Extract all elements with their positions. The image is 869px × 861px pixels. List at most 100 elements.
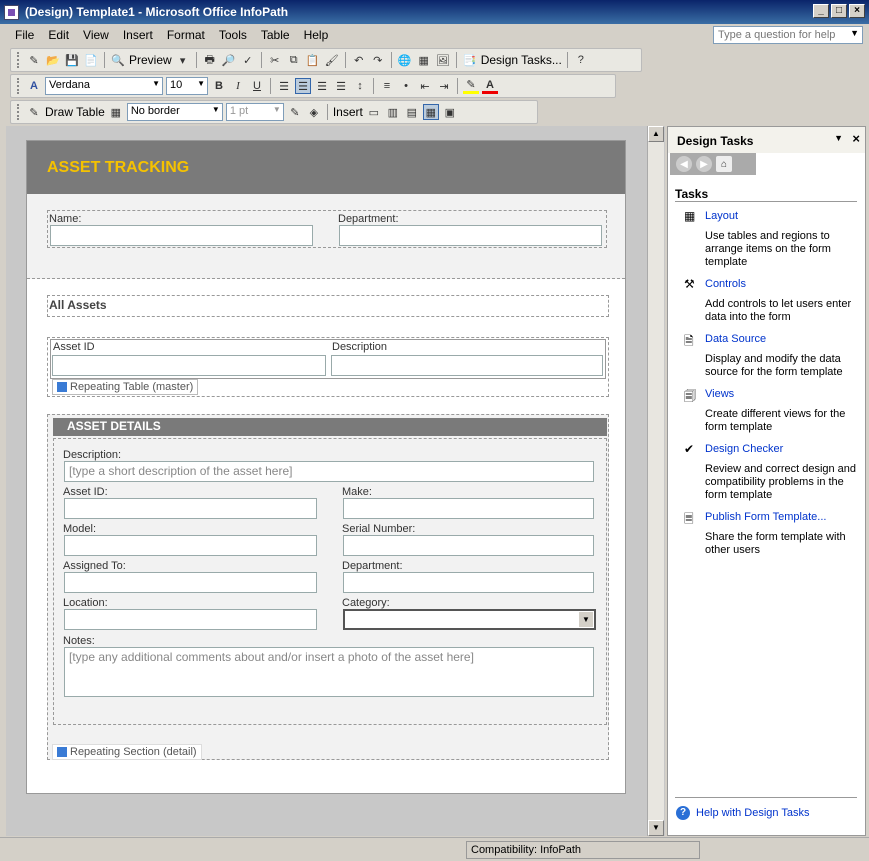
draw-table-button[interactable]: Draw Table (45, 105, 105, 119)
repeating-section-tag[interactable]: Repeating Section (detail) (52, 744, 202, 760)
copy-icon[interactable]: ⧉ (286, 52, 302, 68)
chevron-down-icon[interactable]: ▾ (175, 52, 191, 68)
help-icon[interactable]: ? (573, 52, 589, 68)
layout-link[interactable]: Layout (705, 210, 738, 222)
menu-help[interactable]: Help (297, 28, 336, 42)
cut-icon[interactable]: ✂ (267, 52, 283, 68)
controls-link[interactable]: Controls (705, 278, 746, 290)
italic-icon[interactable]: I (230, 78, 246, 94)
line-spacing-icon[interactable]: ↕ (352, 78, 368, 94)
border-icon[interactable]: ▦ (108, 104, 124, 120)
hyperlink-icon[interactable]: 🌐 (397, 52, 413, 68)
vertical-scrollbar[interactable]: ▲ ▼ (647, 126, 664, 836)
serial-number-field[interactable] (343, 535, 594, 556)
ask-question-box[interactable]: Type a question for help ▼ (713, 26, 863, 44)
redo-icon[interactable]: ↷ (370, 52, 386, 68)
align-left-icon[interactable]: ☰ (276, 78, 292, 94)
help-link[interactable]: Help with Design Tasks (696, 807, 810, 819)
scroll-up-icon[interactable]: ▲ (648, 126, 664, 142)
department-field[interactable] (339, 225, 602, 246)
notes-field[interactable]: [type any additional comments about and/… (64, 647, 594, 697)
border-color-icon[interactable]: ✎ (287, 104, 303, 120)
menu-format[interactable]: Format (160, 28, 212, 42)
name-field[interactable] (50, 225, 313, 246)
data-source-link[interactable]: Data Source (705, 333, 766, 345)
spelling-icon[interactable]: ✓ (240, 52, 256, 68)
close-button[interactable]: × (849, 4, 865, 18)
design-icon[interactable]: ✎ (26, 52, 42, 68)
close-icon[interactable]: × (852, 131, 860, 146)
infopath-app-icon[interactable] (4, 4, 19, 20)
table-description-field[interactable] (331, 355, 603, 376)
show-gridlines-icon[interactable]: ▦ (422, 104, 439, 120)
home-icon[interactable]: ⌂ (716, 156, 732, 172)
asset-id-field[interactable] (64, 498, 317, 519)
justify-icon[interactable]: ☰ (333, 78, 349, 94)
design-tasks-button[interactable]: Design Tasks... (481, 53, 562, 67)
menu-file[interactable]: File (8, 28, 41, 42)
increase-indent-icon[interactable]: ⇥ (436, 78, 452, 94)
format-painter-icon[interactable]: 🖌 (324, 52, 340, 68)
menu-insert[interactable]: Insert (116, 28, 160, 42)
split-cells-icon[interactable]: ▥ (385, 104, 401, 120)
assigned-to-field[interactable] (64, 572, 317, 593)
border-style-combo[interactable]: No border ▼ (126, 103, 223, 121)
chevron-down-icon[interactable]: ▼ (850, 28, 859, 38)
chevron-down-icon[interactable]: ▼ (273, 105, 281, 114)
bold-icon[interactable]: B (211, 78, 227, 94)
print-icon[interactable]: 🖶 (202, 52, 218, 68)
draw-table-icon[interactable]: ✎ (26, 104, 42, 120)
views-link[interactable]: Views (705, 388, 734, 400)
model-field[interactable] (64, 535, 317, 556)
chevron-down-icon[interactable]: ▼ (579, 612, 593, 627)
insert-dropdown[interactable]: Insert (333, 105, 363, 119)
delete-cells-icon[interactable]: ▤ (404, 104, 420, 120)
border-width-combo[interactable]: 1 pt ▼ (225, 103, 284, 121)
underline-icon[interactable]: U (249, 78, 265, 94)
minimize-button[interactable]: _ (813, 4, 829, 18)
font-color-icon[interactable]: A (482, 78, 498, 94)
menu-tools[interactable]: Tools (212, 28, 254, 42)
undo-icon[interactable]: ↶ (351, 52, 367, 68)
align-right-icon[interactable]: ☰ (314, 78, 330, 94)
font-combo[interactable]: Verdana ▼ (45, 77, 163, 95)
table-asset-id-field[interactable] (52, 355, 326, 376)
decrease-indent-icon[interactable]: ⇤ (417, 78, 433, 94)
bullets-icon[interactable]: • (398, 78, 414, 94)
chevron-down-icon[interactable]: ▼ (212, 105, 220, 114)
publish-icon[interactable]: 📄 (83, 52, 99, 68)
location-field[interactable] (64, 609, 317, 630)
open-icon[interactable]: 📂 (45, 52, 61, 68)
detail-department-field[interactable] (343, 572, 594, 593)
repeating-table-tag[interactable]: Repeating Table (master) (52, 379, 199, 395)
table-icon[interactable]: ▦ (416, 52, 432, 68)
align-center-icon[interactable]: ☰ (295, 78, 311, 94)
font-size-combo[interactable]: 10 ▼ (166, 77, 208, 95)
highlight-icon[interactable]: ✎ (463, 78, 479, 94)
publish-link[interactable]: Publish Form Template... (705, 511, 826, 523)
numbering-icon[interactable]: ≡ (379, 78, 395, 94)
preview-button[interactable]: Preview (129, 53, 172, 67)
table-properties-icon[interactable]: ▣ (442, 104, 458, 120)
merge-cells-icon[interactable]: ▭ (366, 104, 382, 120)
description-field[interactable]: [type a short description of the asset h… (64, 461, 594, 482)
design-tasks-icon[interactable]: 📑 (462, 52, 478, 68)
paste-icon[interactable]: 📋 (305, 52, 321, 68)
preview-icon[interactable]: 🔍 (110, 52, 126, 68)
print-preview-icon[interactable]: 🔎 (221, 52, 237, 68)
back-icon[interactable]: ◀ (676, 156, 692, 172)
maximize-button[interactable]: □ (831, 4, 847, 18)
forward-icon[interactable]: ▶ (696, 156, 712, 172)
menu-edit[interactable]: Edit (41, 28, 76, 42)
menu-view[interactable]: View (76, 28, 116, 42)
category-dropdown[interactable]: ▼ (343, 609, 596, 630)
design-checker-link[interactable]: Design Checker (705, 443, 783, 455)
save-icon[interactable]: 💾 (64, 52, 80, 68)
menu-table[interactable]: Table (254, 28, 297, 42)
styles-icon[interactable]: A (26, 78, 42, 94)
chevron-down-icon[interactable]: ▼ (197, 79, 205, 88)
pane-menu-icon[interactable]: ▼ (834, 133, 843, 143)
make-field[interactable] (343, 498, 594, 519)
scroll-down-icon[interactable]: ▼ (648, 820, 664, 836)
chevron-down-icon[interactable]: ▼ (152, 79, 160, 88)
